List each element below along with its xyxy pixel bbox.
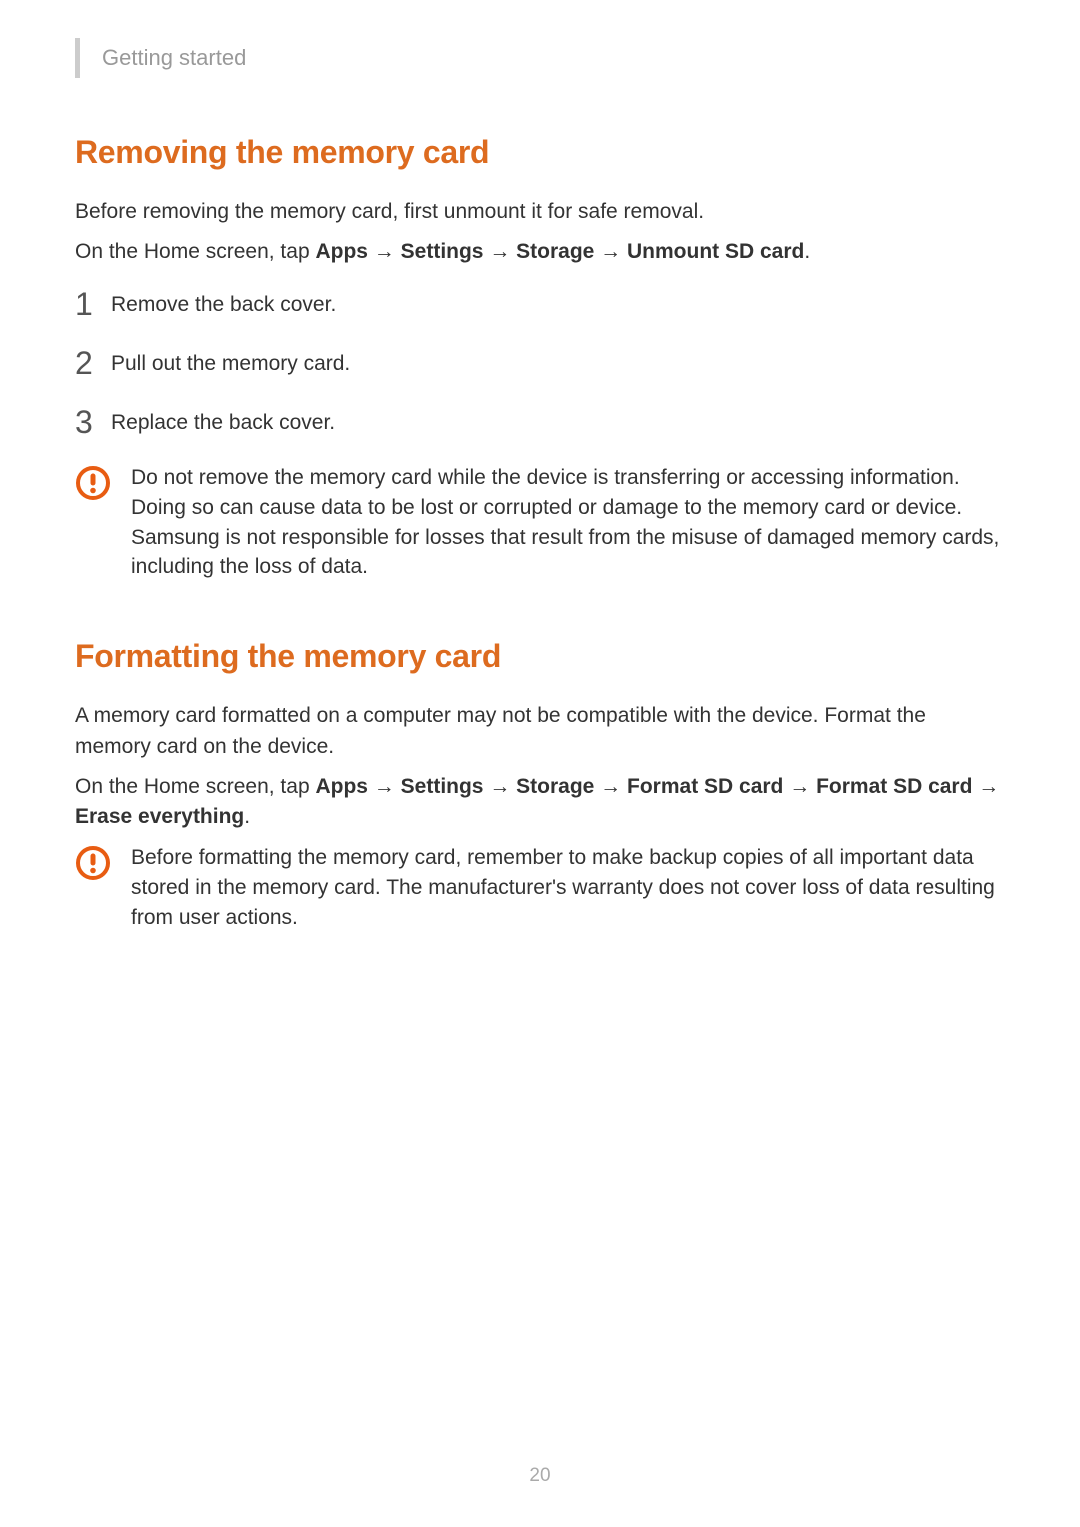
arrow-icon: → — [483, 775, 516, 798]
warning-icon — [75, 463, 131, 582]
step-text: Remove the back cover. — [111, 291, 336, 318]
step-number: 2 — [75, 345, 111, 382]
page-header: Getting started — [75, 38, 1005, 78]
nav-step-erase: Erase everything — [75, 805, 244, 828]
nav-prefix: On the Home screen, tap — [75, 240, 315, 263]
arrow-icon: → — [594, 240, 627, 263]
warning-text: Do not remove the memory card while the … — [131, 463, 1005, 582]
arrow-icon: → — [368, 240, 401, 263]
step-text: Replace the back cover. — [111, 409, 335, 436]
nav-prefix: On the Home screen, tap — [75, 775, 315, 798]
arrow-icon: → — [972, 775, 999, 798]
intro-paragraph-2: A memory card formatted on a computer ma… — [75, 701, 1005, 762]
arrow-icon: → — [368, 775, 401, 798]
warning-text: Before formatting the memory card, remem… — [131, 843, 1005, 932]
header-accent-mark — [75, 38, 80, 78]
arrow-icon: → — [594, 775, 627, 798]
warning-icon — [75, 843, 131, 932]
step-number: 1 — [75, 286, 111, 323]
arrow-icon: → — [783, 775, 816, 798]
nav-path-paragraph-2: On the Home screen, tap Apps → Settings … — [75, 772, 1005, 833]
heading-removing-memory-card: Removing the memory card — [75, 134, 1005, 171]
page-content: Getting started Removing the memory card… — [0, 0, 1080, 932]
nav-step-storage: Storage — [516, 775, 594, 798]
nav-step-settings: Settings — [401, 775, 484, 798]
list-item: 1 Remove the back cover. — [75, 286, 1005, 323]
breadcrumb: Getting started — [102, 45, 246, 71]
nav-step-settings: Settings — [401, 240, 484, 263]
period: . — [244, 805, 250, 828]
period: . — [804, 240, 810, 263]
list-item: 3 Replace the back cover. — [75, 404, 1005, 441]
nav-step-format-1: Format SD card — [627, 775, 783, 798]
list-item: 2 Pull out the memory card. — [75, 345, 1005, 382]
section-formatting: Formatting the memory card A memory card… — [75, 638, 1005, 932]
warning-callout: Do not remove the memory card while the … — [75, 463, 1005, 582]
step-number: 3 — [75, 404, 111, 441]
warning-callout: Before formatting the memory card, remem… — [75, 843, 1005, 932]
nav-path-paragraph-1: On the Home screen, tap Apps → Settings … — [75, 237, 1005, 267]
page-number: 20 — [0, 1465, 1080, 1487]
steps-list: 1 Remove the back cover. 2 Pull out the … — [75, 286, 1005, 441]
intro-paragraph-1: Before removing the memory card, first u… — [75, 197, 1005, 227]
nav-step-format-2: Format SD card — [816, 775, 972, 798]
nav-step-unmount: Unmount SD card — [627, 240, 804, 263]
nav-step-apps: Apps — [315, 240, 368, 263]
heading-formatting-memory-card: Formatting the memory card — [75, 638, 1005, 675]
nav-step-apps: Apps — [315, 775, 368, 798]
arrow-icon: → — [483, 240, 516, 263]
step-text: Pull out the memory card. — [111, 350, 350, 377]
nav-step-storage: Storage — [516, 240, 594, 263]
